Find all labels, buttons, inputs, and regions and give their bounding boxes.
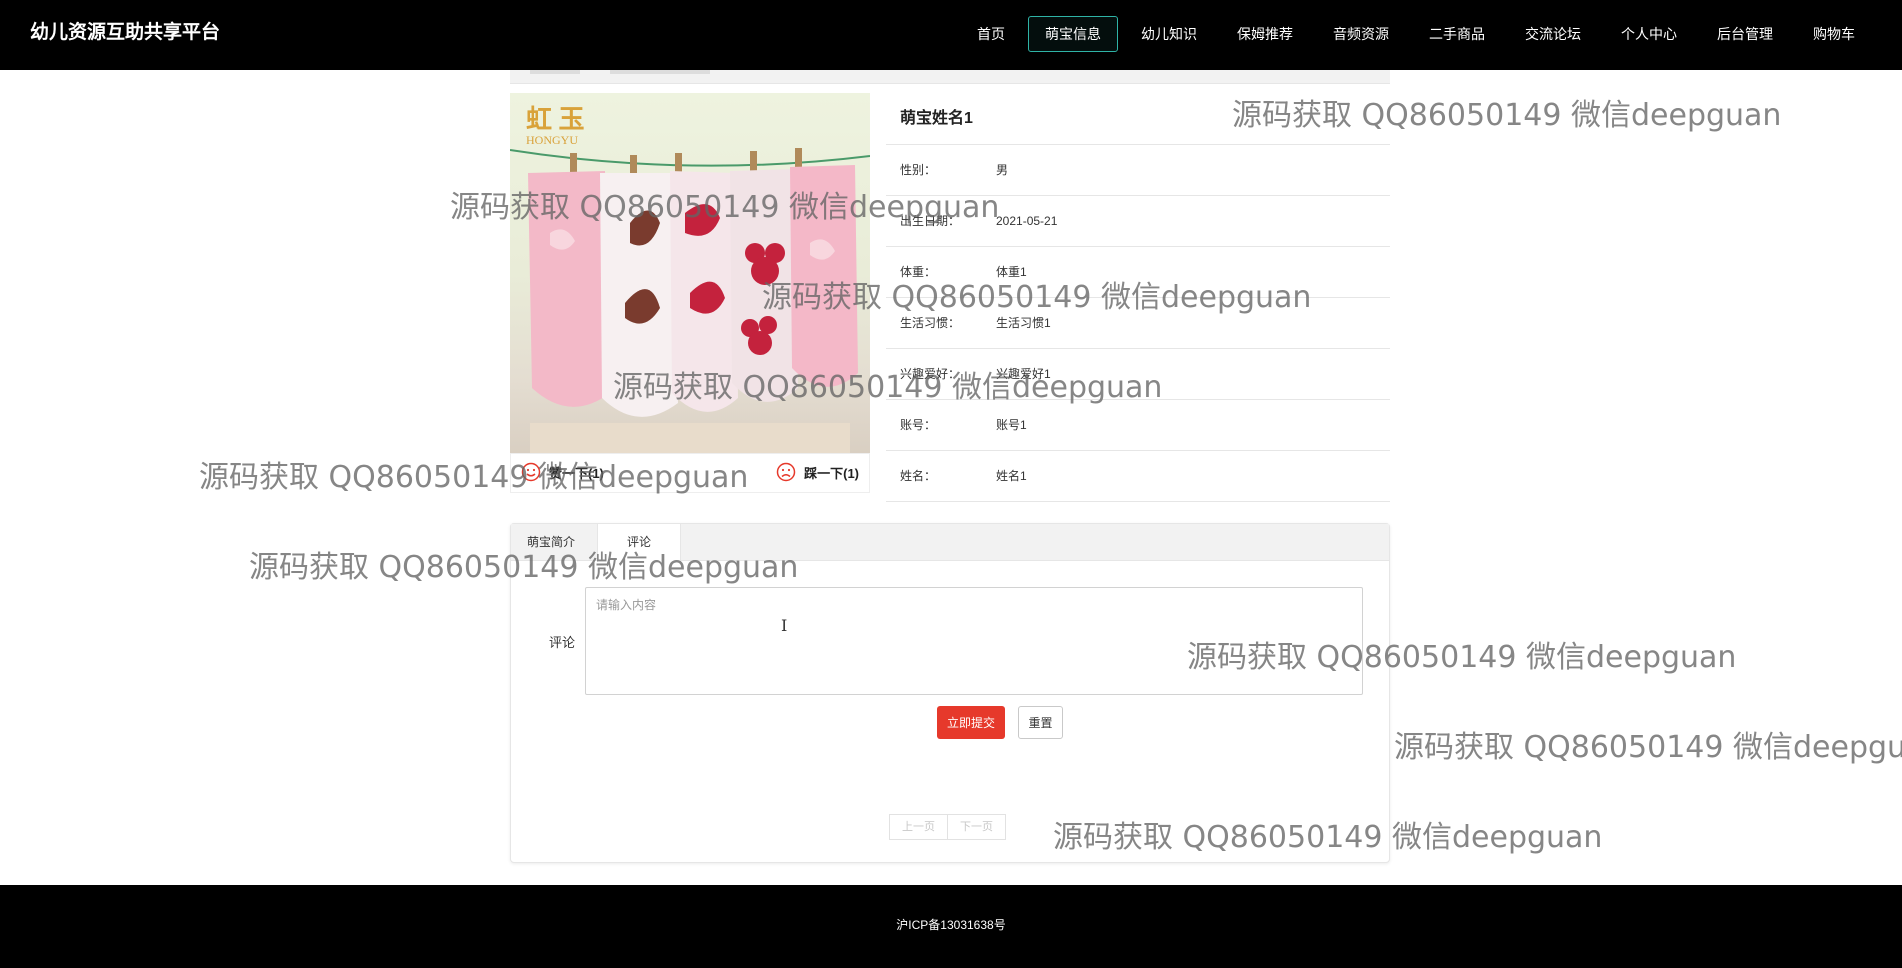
pagination: 上一页 下一页 bbox=[889, 814, 1006, 840]
info-value: 2021-05-21 bbox=[996, 214, 1058, 228]
info-value: 姓名1 bbox=[996, 469, 1027, 483]
info-label: 兴趣爱好： bbox=[900, 367, 961, 381]
prev-page-button[interactable]: 上一页 bbox=[889, 814, 948, 840]
top-navbar: 幼儿资源互助共享平台 首页 萌宝信息 幼儿知识 保姆推荐 音频资源 二手商品 交… bbox=[0, 0, 1902, 70]
text-cursor-icon: I bbox=[781, 616, 788, 635]
info-row-gender: 性别： 男 bbox=[886, 145, 1390, 196]
info-row-name: 姓名： 姓名1 bbox=[886, 451, 1390, 502]
towels-illustration bbox=[528, 148, 858, 453]
tabs-header: 萌宝简介 评论 bbox=[511, 524, 1389, 562]
info-label: 出生日期： bbox=[900, 214, 961, 228]
info-label: 体重： bbox=[900, 265, 937, 279]
nav-item-baby-info[interactable]: 萌宝信息 bbox=[1028, 16, 1118, 52]
nav-item-nanny-recommend[interactable]: 保姆推荐 bbox=[1220, 16, 1310, 52]
tab-intro[interactable]: 萌宝简介 bbox=[511, 524, 591, 561]
tabs-panel: 萌宝简介 评论 评论 I 立即提交 重置 上一页 下一页 bbox=[510, 523, 1390, 863]
nav-item-child-knowledge[interactable]: 幼儿知识 bbox=[1124, 16, 1214, 52]
nav-item-personal-center[interactable]: 个人中心 bbox=[1604, 16, 1694, 52]
reset-button[interactable]: 重置 bbox=[1018, 706, 1063, 739]
breadcrumb-strip bbox=[510, 70, 1390, 84]
info-label: 账号： bbox=[900, 418, 937, 432]
info-row-hobbies: 兴趣爱好： 兴趣爱好1 bbox=[886, 349, 1390, 400]
info-row-birthdate: 出生日期： 2021-05-21 bbox=[886, 196, 1390, 247]
sad-face-icon bbox=[776, 462, 796, 482]
watermark-text: 源码获取 QQ86050149 微信deepguan bbox=[1394, 730, 1902, 765]
nav-item-admin[interactable]: 后台管理 bbox=[1700, 16, 1790, 52]
baby-info-table: 萌宝姓名1 性别： 男 出生日期： 2021-05-21 体重： 体重1 生活习… bbox=[886, 93, 1390, 502]
nav-item-forum[interactable]: 交流论坛 bbox=[1508, 16, 1598, 52]
info-row-account: 账号： 账号1 bbox=[886, 400, 1390, 451]
comment-input[interactable] bbox=[585, 587, 1363, 695]
vote-bar: 赞一下(1) 踩一下(1) bbox=[510, 453, 870, 493]
info-label: 姓名： bbox=[900, 469, 937, 483]
info-row-weight: 体重： 体重1 bbox=[886, 247, 1390, 298]
like-label: 赞一下(1) bbox=[549, 465, 604, 481]
strip-block-2 bbox=[610, 70, 710, 74]
comment-label: 评论 bbox=[549, 635, 576, 650]
baby-photo: 虹 玉 HONGYU bbox=[510, 93, 870, 453]
nav-item-second-hand[interactable]: 二手商品 bbox=[1412, 16, 1502, 52]
nav-item-cart[interactable]: 购物车 bbox=[1796, 16, 1872, 52]
nav-item-home[interactable]: 首页 bbox=[960, 16, 1022, 52]
info-value: 兴趣爱好1 bbox=[996, 367, 1051, 381]
footer: 沪ICP备13031638号 bbox=[0, 885, 1902, 968]
info-value: 生活习惯1 bbox=[996, 316, 1051, 330]
strip-block-1 bbox=[530, 70, 580, 74]
submit-button[interactable]: 立即提交 bbox=[937, 706, 1005, 739]
main-nav: 首页 萌宝信息 幼儿知识 保姆推荐 音频资源 二手商品 交流论坛 个人中心 后台… bbox=[954, 16, 1872, 52]
like-button[interactable]: 赞一下(1) bbox=[521, 462, 604, 482]
site-brand[interactable]: 幼儿资源互助共享平台 bbox=[30, 0, 220, 70]
info-row-habits: 生活习惯： 生活习惯1 bbox=[886, 298, 1390, 349]
info-label: 性别： bbox=[900, 163, 937, 177]
info-value: 男 bbox=[996, 163, 1009, 177]
icp-record: 沪ICP备13031638号 bbox=[896, 918, 1006, 932]
baby-name-title: 萌宝姓名1 bbox=[886, 93, 1390, 145]
dislike-label: 踩一下(1) bbox=[804, 465, 859, 481]
nav-item-audio-resources[interactable]: 音频资源 bbox=[1316, 16, 1406, 52]
dislike-button[interactable]: 踩一下(1) bbox=[776, 462, 859, 482]
info-value: 账号1 bbox=[996, 418, 1027, 432]
tab-comment[interactable]: 评论 bbox=[597, 524, 681, 562]
next-page-button[interactable]: 下一页 bbox=[948, 814, 1006, 840]
smile-icon bbox=[521, 462, 541, 482]
info-label: 生活习惯： bbox=[900, 316, 961, 330]
info-value: 体重1 bbox=[996, 265, 1027, 279]
